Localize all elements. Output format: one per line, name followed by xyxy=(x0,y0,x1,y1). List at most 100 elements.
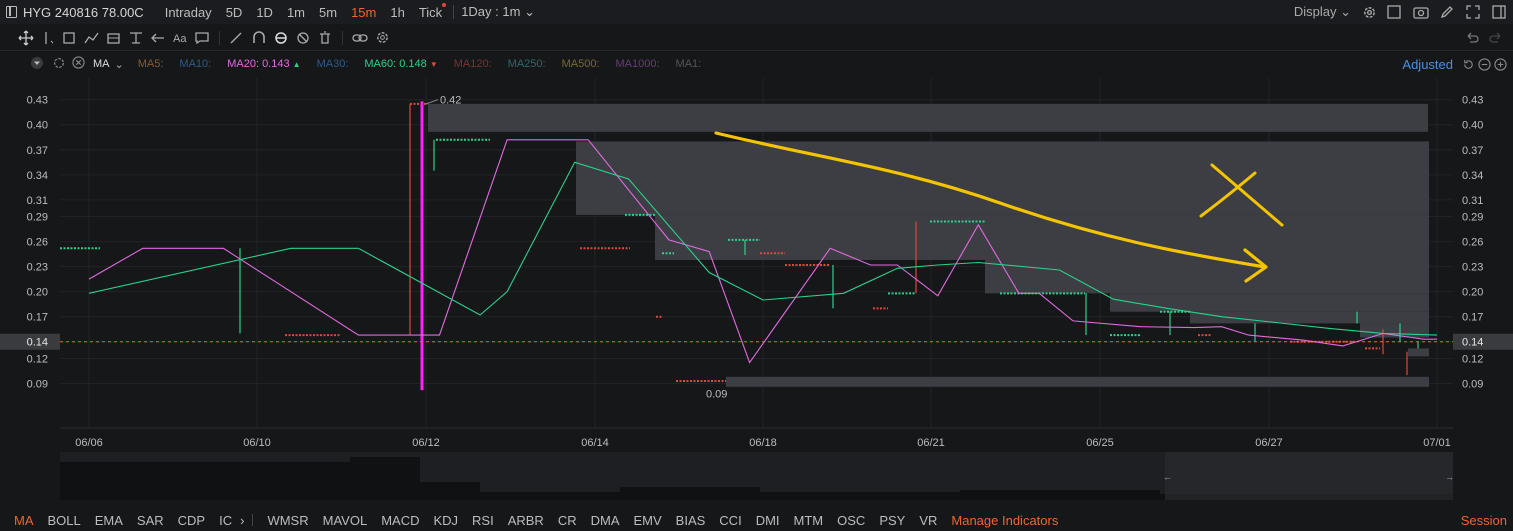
tab-5d[interactable]: 5D xyxy=(219,5,250,20)
tab-vr[interactable]: VR xyxy=(919,513,937,528)
high-price-label: 0.42 xyxy=(440,95,461,107)
tab-dmi[interactable]: DMI xyxy=(756,513,780,528)
tab-rsi[interactable]: RSI xyxy=(472,513,494,528)
tab-wmsr[interactable]: WMSR xyxy=(267,513,308,528)
pencil-icon[interactable] xyxy=(1439,4,1455,20)
left-y-axis: 0.43 0.40 0.37 0.34 0.31 0.29 0.26 0.23 0.20 0.17… xyxy=(0,95,60,390)
tab-tick[interactable]: Tick xyxy=(412,2,449,20)
trend-line-icon[interactable] xyxy=(81,27,103,49)
tab-5m[interactable]: 5m xyxy=(312,5,344,20)
drawn-zones xyxy=(428,103,1429,387)
tab-mavol[interactable]: MAVOL xyxy=(323,513,368,528)
eye-lock-icon[interactable] xyxy=(270,27,292,49)
zoom-in-icon[interactable] xyxy=(1494,58,1507,74)
adjusted-toggle[interactable]: Adjusted xyxy=(1402,57,1453,72)
collapse-icon[interactable] xyxy=(30,56,44,73)
y-tick-label: 0.17 xyxy=(27,312,48,324)
expand-icon[interactable] xyxy=(1465,4,1481,20)
tab-macd[interactable]: MACD xyxy=(381,513,419,528)
magnet-icon[interactable] xyxy=(248,27,270,49)
display-label: Display xyxy=(1293,4,1337,19)
tab-intraday[interactable]: Intraday xyxy=(158,5,219,20)
tab-sar[interactable]: SAR xyxy=(137,513,164,528)
panel-icon[interactable] xyxy=(1491,4,1507,20)
chevron-down-icon[interactable]: ⌄ xyxy=(115,58,124,71)
navigator-left-handle[interactable]: ← xyxy=(1163,472,1172,482)
symbol-selector[interactable]: HYG 240816 78.00C xyxy=(6,5,144,20)
x-tick-label: 06/10 xyxy=(243,437,271,449)
tab-cr[interactable]: CR xyxy=(558,513,577,528)
settings-gear-icon[interactable] xyxy=(1361,4,1377,20)
hide-drawings-icon[interactable] xyxy=(292,27,314,49)
y-tick-label: 0.29 xyxy=(1462,212,1483,224)
tab-bias[interactable]: BIAS xyxy=(676,513,706,528)
x-tick-label: 06/21 xyxy=(917,437,945,449)
indicator-close-icon[interactable] xyxy=(72,56,85,72)
tab-ma[interactable]: MA xyxy=(14,513,34,528)
tab-1m[interactable]: 1m xyxy=(280,5,312,20)
tab-kdj[interactable]: KDJ xyxy=(433,513,458,528)
indicator-settings-icon[interactable] xyxy=(52,56,66,73)
x-tick-label: 06/06 xyxy=(75,437,103,449)
price-chart[interactable]: 0.42 0.09 0.43 0.40 0.37 0.34 0.31 0.29 0.26 0.2… xyxy=(0,78,1513,451)
ruler-icon[interactable] xyxy=(226,27,248,49)
tab-1h[interactable]: 1h xyxy=(383,5,411,20)
tab-cci[interactable]: CCI xyxy=(719,513,741,528)
tab-cdp[interactable]: CDP xyxy=(178,513,205,528)
arrow-tool-icon[interactable] xyxy=(147,27,169,49)
camera-icon[interactable] xyxy=(1413,4,1429,20)
y-tick-label: 0.29 xyxy=(27,212,48,224)
y-tick-label: 0.26 xyxy=(1462,237,1483,249)
measure-tool-icon[interactable] xyxy=(125,27,147,49)
tab-arbr[interactable]: ARBR xyxy=(508,513,544,528)
navigator-right-handle[interactable]: → xyxy=(1445,472,1454,482)
ma20-legend: MA20: 0.143 ▲ xyxy=(227,58,301,70)
y-tick-label: 0.34 xyxy=(27,170,48,182)
manage-indicators-button[interactable]: Manage Indicators xyxy=(951,513,1058,528)
chevron-down-icon: ⌄ xyxy=(524,4,535,19)
tab-osc[interactable]: OSC xyxy=(837,513,865,528)
ma120-legend: MA120: xyxy=(453,58,492,70)
y-tick-label: 0.12 xyxy=(27,353,48,365)
x-tick-label: 07/01 xyxy=(1423,437,1451,449)
tab-mtm[interactable]: MTM xyxy=(794,513,824,528)
reset-zoom-icon[interactable] xyxy=(1462,58,1475,74)
tab-1d[interactable]: 1D xyxy=(249,5,280,20)
cursor-line-icon[interactable] xyxy=(37,27,59,49)
y-tick-label: 0.37 xyxy=(1462,145,1483,157)
display-dropdown[interactable]: Display ⌄ xyxy=(1294,4,1351,20)
chart-canvas[interactable]: 0.42 0.09 0.43 0.40 0.37 0.34 0.31 0.29 0.26 0.2… xyxy=(0,78,1513,451)
indicator-name[interactable]: MA xyxy=(93,58,110,70)
tab-15m[interactable]: 15m xyxy=(344,5,383,20)
y-tick-label: 0.17 xyxy=(1462,312,1483,324)
interval-dropdown[interactable]: 1Day : 1m ⌄ xyxy=(461,4,535,20)
tab-ema[interactable]: EMA xyxy=(95,513,123,528)
y-tick-label: 0.23 xyxy=(27,262,48,274)
top-bar: HYG 240816 78.00C Intraday 5D 1D 1m 5m 1… xyxy=(0,0,1513,24)
tab-psy[interactable]: PSY xyxy=(879,513,905,528)
tab-dma[interactable]: DMA xyxy=(591,513,620,528)
tab-boll[interactable]: BOLL xyxy=(48,513,81,528)
zoom-out-icon[interactable] xyxy=(1478,58,1491,74)
drawn-zone-rectangle xyxy=(1110,293,1429,312)
layout-icon[interactable] xyxy=(1387,4,1403,20)
drawing-settings-icon[interactable] xyxy=(371,27,393,49)
text-tool-icon[interactable]: Aa xyxy=(169,27,191,49)
crosshair-move-icon[interactable] xyxy=(15,27,37,49)
rectangle-tool-icon[interactable] xyxy=(59,27,81,49)
redo-icon[interactable] xyxy=(1485,27,1507,49)
ma250-legend: MA250: xyxy=(507,58,546,70)
navigator-window[interactable] xyxy=(1165,452,1453,500)
time-navigator[interactable]: ← → xyxy=(60,452,1454,500)
tab-emv[interactable]: EMV xyxy=(634,513,662,528)
comment-tool-icon[interactable] xyxy=(191,27,213,49)
trash-icon[interactable] xyxy=(314,27,336,49)
fib-tool-icon[interactable] xyxy=(103,27,125,49)
session-button[interactable]: Session xyxy=(1461,513,1507,528)
sidebar-toggle-icon[interactable] xyxy=(6,6,17,18)
link-icon[interactable] xyxy=(349,27,371,49)
drawn-zone-rectangle xyxy=(726,376,1429,387)
chevron-right-icon[interactable]: › xyxy=(240,513,244,528)
undo-icon[interactable] xyxy=(1461,27,1483,49)
tab-ic[interactable]: IC xyxy=(219,513,232,528)
